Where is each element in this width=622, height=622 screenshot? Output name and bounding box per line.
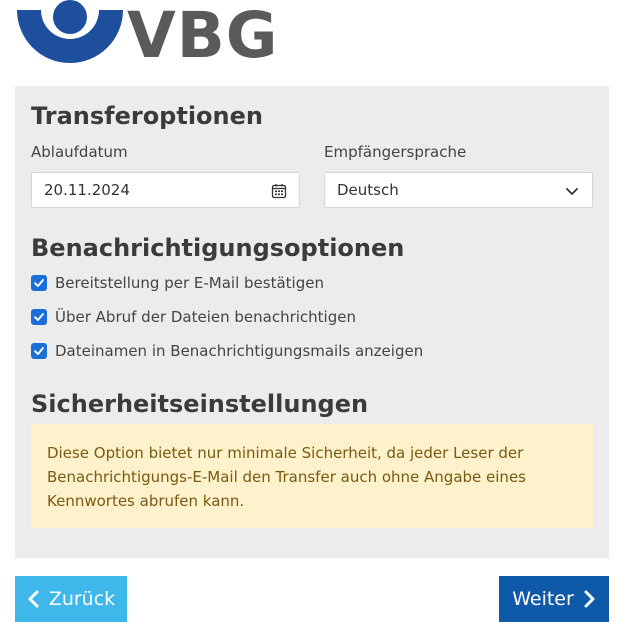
back-button-label: Zurück <box>48 588 116 610</box>
notify-confirm-email-option[interactable]: Bereitstellung per E-Mail bestätigen <box>31 274 324 292</box>
calendar-icon[interactable] <box>271 183 287 199</box>
vbg-logo-emblem <box>17 0 123 63</box>
notify-download-checkbox[interactable] <box>31 309 47 325</box>
security-warning-alert: Diese Option bietet nur minimale Sicherh… <box>31 424 593 528</box>
recipient-language-value: Deutsch <box>337 181 399 199</box>
expiry-date-value: 20.11.2024 <box>44 181 130 199</box>
expiry-date-input[interactable]: 20.11.2024 <box>31 172 300 208</box>
next-button-label: Weiter <box>512 588 574 610</box>
checkmark-icon <box>34 347 44 355</box>
notify-download-label: Über Abruf der Dateien benachrichtigen <box>55 308 356 326</box>
chevron-down-icon <box>566 188 578 195</box>
expiry-date-label: Ablaufdatum <box>31 143 128 161</box>
notify-download-option[interactable]: Über Abruf der Dateien benachrichtigen <box>31 308 356 326</box>
recipient-language-label: Empfängersprache <box>324 143 467 161</box>
vbg-logo-text: VBG <box>127 0 279 72</box>
show-filenames-option[interactable]: Dateinamen in Benachrichtigungsmails anz… <box>31 342 423 360</box>
transfer-settings-panel: Transferoptionen Ablaufdatum Empfängersp… <box>15 86 609 558</box>
back-button[interactable]: Zurück <box>15 576 127 622</box>
chevron-right-icon <box>584 590 595 608</box>
next-button[interactable]: Weiter <box>499 576 609 622</box>
checkmark-icon <box>34 313 44 321</box>
show-filenames-label: Dateinamen in Benachrichtigungsmails anz… <box>55 342 424 360</box>
notify-confirm-email-checkbox[interactable] <box>31 275 47 291</box>
show-filenames-checkbox[interactable] <box>31 343 47 359</box>
checkmark-icon <box>34 279 44 287</box>
chevron-left-icon <box>28 590 39 608</box>
recipient-language-select[interactable]: Deutsch <box>324 172 593 208</box>
transfer-options-title: Transferoptionen <box>31 102 263 130</box>
security-warning-line: Kennwortes abrufen kann. <box>47 492 245 510</box>
notification-options-title: Benachrichtigungsoptionen <box>31 234 405 262</box>
security-warning-line: Diese Option bietet nur minimale Sicherh… <box>47 444 524 462</box>
security-warning-line: Benachrichtigungs-E-Mail den Transfer au… <box>47 468 526 486</box>
notify-confirm-email-label: Bereitstellung per E-Mail bestätigen <box>55 274 324 292</box>
vbg-logo: VBG <box>15 0 278 72</box>
security-settings-title: Sicherheitseinstellungen <box>31 390 369 418</box>
